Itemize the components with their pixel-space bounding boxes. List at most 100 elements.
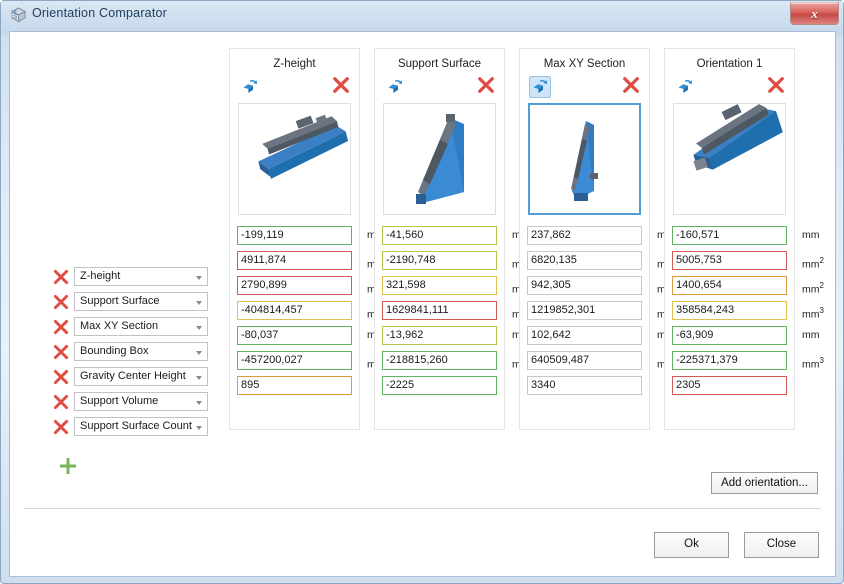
- criterion-select[interactable]: Bounding Box: [74, 342, 208, 361]
- remove-orientation-icon[interactable]: [331, 75, 351, 97]
- criterion-row: Max XY Section: [48, 314, 208, 339]
- rotate-view-icon[interactable]: [674, 76, 696, 98]
- column-values: -41,560 -2190,748 321,598 1629841,111 -13,96…: [375, 223, 504, 398]
- value-field[interactable]: -199,119: [237, 226, 352, 245]
- value-field[interactable]: -2225: [382, 376, 497, 395]
- value-field[interactable]: -404814,457: [237, 301, 352, 320]
- chevron-down-icon[interactable]: [196, 376, 202, 380]
- value-cell: -2225: [382, 373, 497, 398]
- rotate-view-icon[interactable]: [529, 76, 551, 98]
- criterion-select[interactable]: Support Surface Count: [74, 417, 208, 436]
- rotate-view-icon[interactable]: [239, 76, 261, 98]
- value-field[interactable]: 5005,753: [672, 251, 787, 270]
- add-criterion-button[interactable]: [54, 452, 82, 480]
- value-cell: -63,909: [672, 323, 787, 348]
- column-actions: [665, 73, 794, 103]
- column-title: Z-height: [273, 58, 316, 70]
- remove-criterion-icon[interactable]: [48, 389, 74, 414]
- value-field[interactable]: -13,962: [382, 326, 497, 345]
- rotate-view-icon[interactable]: [384, 76, 406, 98]
- unit-label: mm3: [802, 306, 824, 321]
- orientation-preview[interactable]: [673, 103, 786, 215]
- value-cell: 942,305: [527, 273, 642, 298]
- chevron-down-icon[interactable]: [196, 326, 202, 330]
- value-field[interactable]: 3340: [527, 376, 642, 395]
- value-field[interactable]: 102,642: [527, 326, 642, 345]
- value-field[interactable]: 895: [237, 376, 352, 395]
- value-field[interactable]: 1400,654: [672, 276, 787, 295]
- criterion-label: Max XY Section: [80, 320, 159, 332]
- remove-criterion-icon[interactable]: [48, 314, 74, 339]
- criterion-label: Support Surface Count: [80, 420, 192, 432]
- criterion-select[interactable]: Support Volume: [74, 392, 208, 411]
- value-field[interactable]: 358584,243: [672, 301, 787, 320]
- value-field[interactable]: 1219852,301: [527, 301, 642, 320]
- remove-orientation-icon[interactable]: [621, 75, 641, 97]
- dialog-window: Orientation Comparator x Z-height -199,11…: [0, 0, 844, 584]
- criterion-label: Support Volume: [80, 395, 159, 407]
- value-field[interactable]: 2305: [672, 376, 787, 395]
- value-field[interactable]: 6820,135: [527, 251, 642, 270]
- column-actions: [230, 73, 359, 103]
- value-field[interactable]: -63,909: [672, 326, 787, 345]
- remove-criterion-icon[interactable]: [48, 414, 74, 439]
- orientation-preview[interactable]: [383, 103, 496, 215]
- value-cell: -218815,260: [382, 348, 497, 373]
- orientation-preview[interactable]: [238, 103, 351, 215]
- unit-labels: mm mm2 mm2 mm3 mm mm3: [802, 223, 828, 398]
- criterion-select[interactable]: Z-height: [74, 267, 208, 286]
- value-cell: -80,037: [237, 323, 352, 348]
- close-button[interactable]: Close: [744, 532, 819, 558]
- value-field[interactable]: 237,862: [527, 226, 642, 245]
- comparator-icon: [10, 6, 27, 23]
- orientation-column: Support Surface -41,560 -2190,748 321,598 16…: [374, 48, 534, 430]
- chevron-down-icon[interactable]: [196, 276, 202, 280]
- value-cell: -41,560: [382, 223, 497, 248]
- remove-criterion-icon[interactable]: [48, 264, 74, 289]
- value-field[interactable]: -225371,379: [672, 351, 787, 370]
- unit-label: mm2: [802, 256, 824, 271]
- column-title: Support Surface: [397, 58, 482, 70]
- value-field[interactable]: 2790,899: [237, 276, 352, 295]
- value-cell: -225371,379: [672, 348, 787, 373]
- add-orientation-button[interactable]: Add orientation...: [711, 472, 818, 494]
- value-field[interactable]: -218815,260: [382, 351, 497, 370]
- column-title: Orientation 1: [696, 58, 763, 70]
- value-cell: 3340: [527, 373, 642, 398]
- remove-criterion-icon[interactable]: [48, 339, 74, 364]
- criterion-select[interactable]: Max XY Section: [74, 317, 208, 336]
- value-field[interactable]: 1629841,111: [382, 301, 497, 320]
- unit-label: mm2: [802, 281, 824, 296]
- remove-orientation-icon[interactable]: [476, 75, 496, 97]
- chevron-down-icon[interactable]: [196, 426, 202, 430]
- window-close-button[interactable]: x: [790, 2, 839, 25]
- chevron-down-icon[interactable]: [196, 301, 202, 305]
- value-field[interactable]: -41,560: [382, 226, 497, 245]
- orientation-column: Orientation 1 -160,571 5005,753 1400,654 358…: [664, 48, 824, 430]
- unit-label: [802, 373, 828, 398]
- value-field[interactable]: -2190,748: [382, 251, 497, 270]
- footer-buttons: Ok Close: [654, 532, 819, 558]
- ok-button[interactable]: Ok: [654, 532, 729, 558]
- remove-criterion-icon[interactable]: [48, 364, 74, 389]
- value-field[interactable]: 321,598: [382, 276, 497, 295]
- criterion-select[interactable]: Support Surface: [74, 292, 208, 311]
- value-cell: -457200,027: [237, 348, 352, 373]
- value-cell: -160,571: [672, 223, 787, 248]
- value-field[interactable]: -457200,027: [237, 351, 352, 370]
- value-field[interactable]: -160,571: [672, 226, 787, 245]
- value-field[interactable]: -80,037: [237, 326, 352, 345]
- orientation-preview[interactable]: [528, 103, 641, 215]
- value-field[interactable]: 4911,874: [237, 251, 352, 270]
- remove-criterion-icon[interactable]: [48, 289, 74, 314]
- remove-orientation-icon[interactable]: [766, 75, 786, 97]
- value-cell: -2190,748: [382, 248, 497, 273]
- criterion-select[interactable]: Gravity Center Height: [74, 367, 208, 386]
- chevron-down-icon[interactable]: [196, 351, 202, 355]
- value-field[interactable]: 640509,487: [527, 351, 642, 370]
- chevron-down-icon[interactable]: [196, 401, 202, 405]
- orientation-column: Max XY Section 237,862 6820,135 942,305 1219…: [519, 48, 679, 430]
- criterion-row: Support Surface: [48, 289, 208, 314]
- value-field[interactable]: 942,305: [527, 276, 642, 295]
- value-cell: 6820,135: [527, 248, 642, 273]
